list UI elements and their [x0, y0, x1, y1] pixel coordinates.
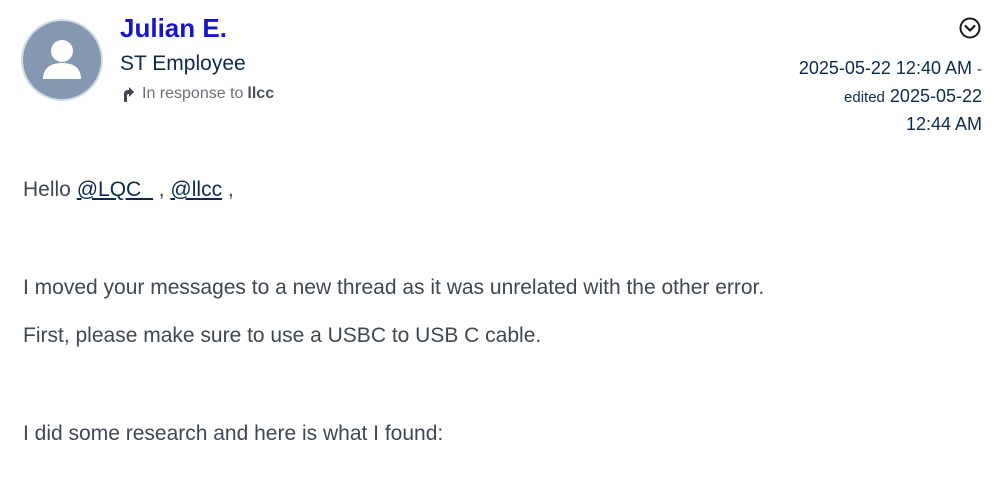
mention-lqc[interactable]: @LQC_: [77, 178, 153, 201]
edited-time: 12:44 AM: [905, 114, 982, 134]
mention-separator: ,: [158, 178, 165, 201]
date-dash: -: [977, 61, 982, 78]
in-response-line: In response to llcc: [120, 84, 274, 104]
mention-llcc[interactable]: @llcc: [170, 178, 222, 201]
body-paragraph: I did some research and here is what I f…: [23, 422, 444, 445]
forum-post: Julian E. ST Employee In response to llc…: [0, 0, 998, 486]
post-meta: 2025-05-22 12:40 AM - edited 2025-05-22 …: [799, 16, 982, 138]
avatar[interactable]: [23, 21, 101, 99]
in-response-prefix: In response to: [142, 85, 244, 102]
author-rank: ST Employee: [120, 52, 246, 75]
chevron-down-circle-icon[interactable]: [958, 16, 982, 40]
greeting: Hello: [23, 178, 71, 201]
author-name-link[interactable]: Julian E.: [120, 12, 274, 44]
edited-date: 2025-05-22: [889, 86, 982, 106]
post-body: Hello @LQC_ , @llcc , I moved your messa…: [23, 176, 973, 448]
greeting-line: Hello @LQC_ , @llcc ,: [23, 176, 973, 204]
body-paragraph: I moved your messages to a new thread as…: [23, 276, 765, 299]
in-response-target-link[interactable]: llcc: [247, 84, 274, 104]
greeting-trailing: ,: [227, 178, 234, 201]
user-silhouette-icon: [43, 40, 81, 79]
post-dates: 2025-05-22 12:40 AM - edited 2025-05-22 …: [799, 55, 982, 138]
edited-label: edited: [844, 89, 885, 106]
author-info: Julian E. ST Employee In response to llc…: [120, 12, 274, 104]
posted-date: 2025-05-22 12:40 AM: [798, 58, 972, 78]
body-paragraph: First, please make sure to use a USBC to…: [23, 324, 542, 347]
reply-arrow-icon: [124, 87, 134, 102]
